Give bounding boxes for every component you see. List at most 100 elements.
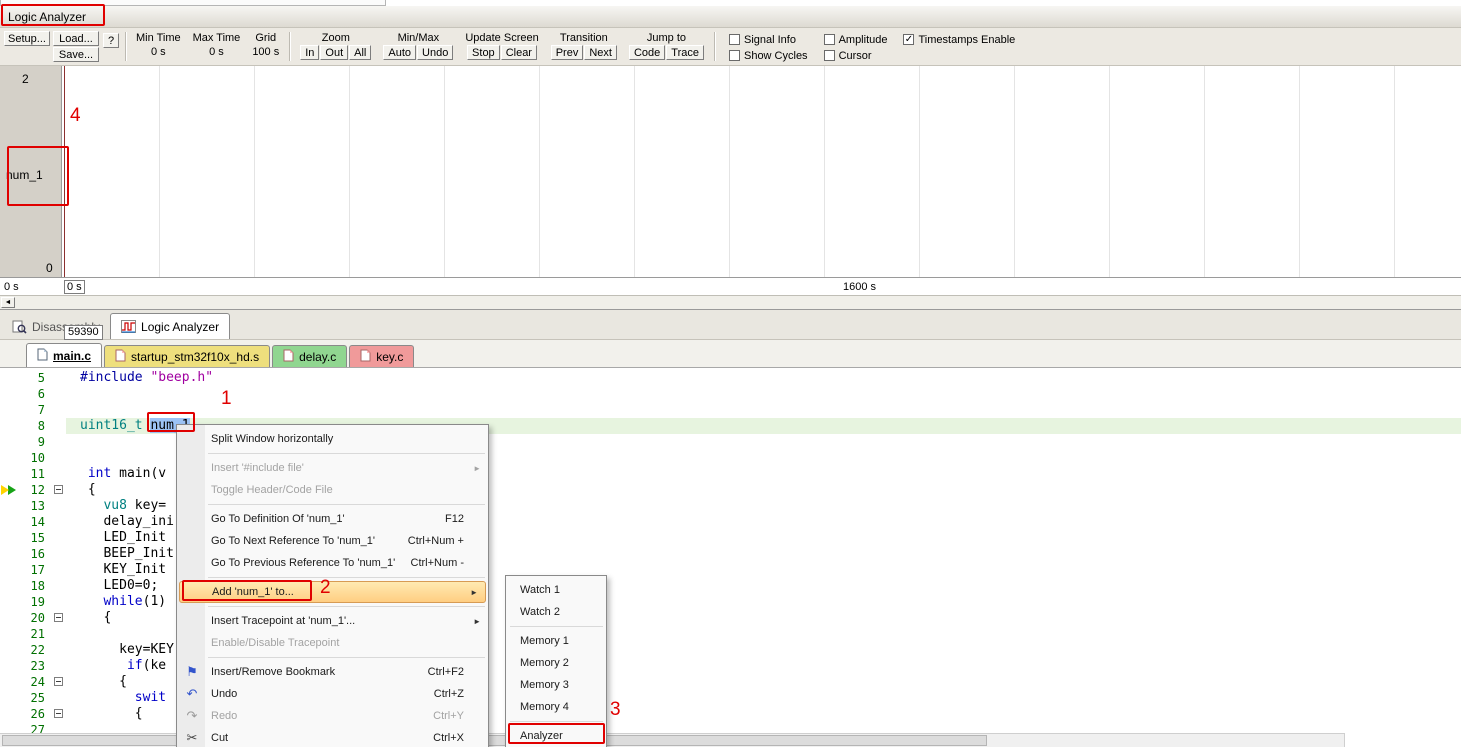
tab-key-c[interactable]: key.c [349,345,414,367]
menu-shortcut: Ctrl+Z [434,688,464,700]
analyzer-scrollbar[interactable]: ◄ [0,295,1461,309]
code-segment [80,690,135,705]
signal-name[interactable]: num_1 [6,168,43,182]
grid-value: 100 s [252,45,279,60]
logic-analyzer-toolbar: Setup... Load... Save... ? Min Time 0 s … [0,28,1461,66]
toolbar-separator [289,32,290,61]
zoom-in-button[interactable]: In [300,45,319,60]
save-button[interactable]: Save... [53,47,99,62]
transition-prev-button[interactable]: Prev [551,45,584,60]
code-segment [80,466,88,481]
minmax-group: Min/Max Auto Undo [377,30,459,61]
code-segment: uint16_t [80,418,150,433]
line-margin [0,722,16,733]
menu-separator [510,626,603,627]
help-button[interactable]: ? [103,33,119,48]
menu-item-memory-3[interactable]: Memory 3 [506,674,606,696]
max-time-label: Max Time [193,31,241,45]
load-button[interactable]: Load... [53,31,99,46]
checkbox-icon [824,34,835,45]
tab-label: delay.c [299,350,336,364]
fold-column [50,594,66,610]
fold-column [50,722,66,733]
menu-item-toggle-header-code-file: Toggle Header/Code File [177,479,488,501]
update-stop-button[interactable]: Stop [467,45,500,60]
menu-item-analyzer[interactable]: Analyzer [506,725,606,747]
menu-shortcut: Ctrl+Y [433,710,464,722]
menu-item-label: Insert/Remove Bookmark [211,666,335,678]
line-number: 11 [16,466,50,482]
cursor-checkbox[interactable]: Cursor [824,49,888,62]
menu-item-cut[interactable]: ✂CutCtrl+X [177,727,488,747]
menu-item-undo[interactable]: ↶UndoCtrl+Z [177,683,488,705]
zoom-out-button[interactable]: Out [320,45,348,60]
checkbox-area: Signal Info Show Cycles Amplitude Cursor [719,30,1021,62]
line-margin [0,706,16,722]
line-margin [0,530,16,546]
menu-item-label: Memory 1 [520,635,569,647]
menu-item-memory-4[interactable]: Memory 4 [506,696,606,718]
zoom-label: Zoom [322,31,350,45]
fold-column [50,546,66,562]
line-number: 23 [16,658,50,674]
menu-item-watch-2[interactable]: Watch 2 [506,601,606,623]
submenu-arrow-icon: ► [473,464,481,473]
bookmark-icon: ⚑ [183,664,201,680]
file-icon [37,348,48,364]
menu-item-go-to-previous-reference-to-num-1[interactable]: Go To Previous Reference To 'num_1'Ctrl+… [177,552,488,574]
jump-code-button[interactable]: Code [629,45,665,60]
timestamps-enable-checkbox[interactable]: ✓ Timestamps Enable [903,33,1015,46]
checkbox-label: Timestamps Enable [918,34,1015,46]
jump-to-label: Jump to [647,31,686,45]
menu-item-memory-2[interactable]: Memory 2 [506,652,606,674]
menu-item-add-num-1-to[interactable]: Add 'num_1' to...► [179,581,486,603]
transition-next-button[interactable]: Next [584,45,617,60]
fold-marker-icon[interactable] [50,674,66,690]
code-line-6[interactable]: 6 [0,386,1461,402]
line-number: 20 [16,610,50,626]
menu-item-memory-1[interactable]: Memory 1 [506,630,606,652]
amplitude-checkbox[interactable]: Amplitude [824,33,888,46]
zoom-all-button[interactable]: All [349,45,371,60]
code-line-5[interactable]: 5#include "beep.h" [0,370,1461,386]
menu-item-insert-tracepoint-at-num-1[interactable]: Insert Tracepoint at 'num_1'...► [177,610,488,632]
checkbox-icon [824,50,835,61]
tab-main-c[interactable]: main.c [26,343,102,367]
file-icon [115,349,126,365]
tab-logic-analyzer[interactable]: Logic Analyzer [110,313,230,339]
minmax-auto-button[interactable]: Auto [383,45,416,60]
line-number: 18 [16,578,50,594]
fold-column [50,578,66,594]
menu-item-watch-1[interactable]: Watch 1 [506,579,606,601]
code-segment: BEEP_Init [80,546,174,561]
signal-info-checkbox[interactable]: Signal Info [729,33,808,46]
time-axis-tick: 1600 s [843,281,876,293]
minmax-undo-button[interactable]: Undo [417,45,453,60]
waveform-plot[interactable] [62,66,1461,277]
line-number: 5 [16,370,50,386]
fold-marker-icon[interactable] [50,482,66,498]
scrollbar-thumb[interactable] [2,735,987,746]
scroll-left-button[interactable]: ◄ [1,297,15,308]
line-margin [0,642,16,658]
menu-item-go-to-next-reference-to-num-1[interactable]: Go To Next Reference To 'num_1'Ctrl+Num … [177,530,488,552]
show-cycles-checkbox[interactable]: Show Cycles [729,49,808,62]
menu-item-go-to-definition-of-num-1[interactable]: Go To Definition Of 'num_1'F12 [177,508,488,530]
checkbox-checked-icon: ✓ [903,34,914,45]
menu-item-split-window-horizontally[interactable]: Split Window horizontally [177,428,488,450]
code-segment: swit [135,690,166,705]
line-margin [0,450,16,466]
fold-marker-icon[interactable] [50,706,66,722]
menu-item-insert-remove-bookmark[interactable]: ⚑Insert/Remove BookmarkCtrl+F2 [177,661,488,683]
tab-delay-c[interactable]: delay.c [272,345,347,367]
tab-label: main.c [53,349,91,363]
menu-separator [208,577,485,578]
update-clear-button[interactable]: Clear [501,45,537,60]
jump-trace-button[interactable]: Trace [666,45,704,60]
fold-marker-icon[interactable] [50,610,66,626]
code-segment: while [103,594,142,609]
setup-button[interactable]: Setup... [4,31,50,46]
code-line-7[interactable]: 7 [0,402,1461,418]
tab-startup-stm32f10x-hd-s[interactable]: startup_stm32f10x_hd.s [104,345,270,367]
code-text [66,386,1461,402]
